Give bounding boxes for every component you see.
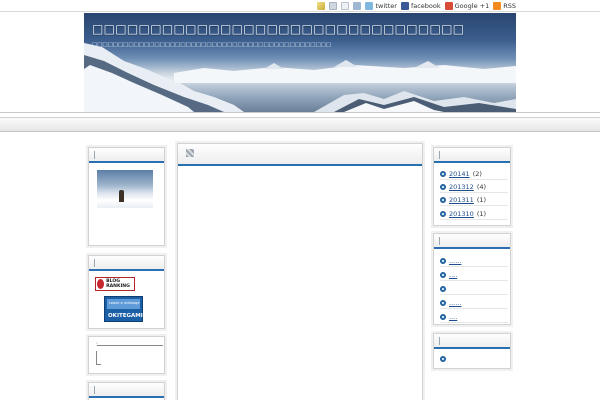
- bullet-icon: [440, 257, 446, 264]
- search-input[interactable]: [96, 351, 156, 365]
- facebook-link[interactable]: facebook: [400, 2, 441, 10]
- recent-panel-header: [434, 234, 510, 249]
- bullet-icon: [440, 285, 446, 292]
- header-mark: [439, 337, 440, 345]
- archive-link[interactable]: 201311: [449, 196, 474, 204]
- blog-ranking-badge[interactable]: BLOG RANKING: [95, 277, 135, 291]
- navigation-bar: [0, 117, 600, 132]
- facebook-label: facebook: [410, 2, 441, 10]
- right-bottom-panel: [433, 333, 511, 369]
- header-mark: [94, 259, 95, 267]
- archive-item[interactable]: 201310 (1): [440, 208, 508, 220]
- main-content: [177, 143, 423, 400]
- archive-count: (2): [472, 169, 482, 178]
- bullet-icon: [440, 299, 446, 306]
- header-mark: [439, 237, 440, 245]
- google-plus-link[interactable]: Google +1: [444, 2, 490, 10]
- profile-image[interactable]: [97, 170, 153, 208]
- share-icon: [353, 2, 362, 10]
- archive-count: (4): [476, 182, 487, 191]
- mail-icon: [341, 2, 350, 10]
- bullet-icon: [440, 313, 446, 320]
- okitegami-small-text: Leave a message: [109, 301, 140, 305]
- blog-ranking-label: BLOG RANKING: [106, 279, 130, 289]
- recent-item[interactable]: [440, 283, 508, 295]
- left-bottom-panel-header: [89, 383, 164, 398]
- mail-link[interactable]: [341, 2, 350, 10]
- archive-panel-header: [434, 148, 510, 163]
- profile-panel: [88, 147, 165, 246]
- bullet-icon: [440, 356, 446, 362]
- bullet-icon: [440, 271, 446, 278]
- recent-item[interactable]: ......: [440, 297, 508, 309]
- header-mark: [439, 151, 440, 159]
- archive-item[interactable]: 201311 (1): [440, 194, 508, 206]
- entry-header: [178, 144, 422, 166]
- search-panel: :: [88, 336, 165, 374]
- pencil-icon: [317, 2, 326, 10]
- recent-entries-panel: ...... .... ...... ....: [433, 233, 511, 325]
- search-divider: [97, 345, 163, 346]
- bullet-icon: [440, 210, 446, 217]
- twitter-link[interactable]: twitter: [365, 2, 397, 10]
- ranking-panel-header: [89, 256, 164, 271]
- left-bottom-panel: [88, 382, 165, 400]
- rss-icon: [493, 2, 502, 10]
- bullet-icon: [440, 183, 446, 190]
- user-link[interactable]: [329, 2, 338, 10]
- pencil-link[interactable]: [317, 2, 326, 10]
- rss-label: RSS: [503, 2, 516, 10]
- rss-link[interactable]: RSS: [493, 2, 516, 10]
- site-description: □□□□□□□□□□□□□□□□□□□□□□□□□□□□□□□□□□□□□□□□…: [92, 42, 332, 48]
- recent-link[interactable]: ......: [449, 257, 461, 265]
- archive-link[interactable]: 201312: [449, 183, 474, 191]
- google-plus-label: Google +1: [454, 2, 490, 10]
- ranking-panel: BLOG RANKING Leave a message OKITEGAMI: [88, 255, 165, 329]
- header-banner: □□□□□□□□□□□□□□□□□□□□□□□□□□□□□□□□ □□□□□□□…: [84, 13, 516, 112]
- archive-panel: 20141 (2) 201312 (4) 201311 (1) 201310 (…: [433, 147, 511, 226]
- social-links: twitter facebook Google +1 RSS: [317, 1, 516, 11]
- archive-link[interactable]: 201310: [449, 210, 474, 218]
- entry-icon: [186, 149, 194, 157]
- archive-count: (1): [476, 209, 487, 218]
- person-figure: [119, 190, 124, 202]
- facebook-icon: [400, 2, 409, 10]
- recent-link[interactable]: ....: [449, 313, 457, 321]
- archive-item[interactable]: 201312 (4): [440, 181, 508, 193]
- recent-link[interactable]: ......: [449, 299, 461, 307]
- links-item[interactable]: [440, 353, 508, 365]
- header-mark: [94, 386, 95, 394]
- google-plus-icon: [444, 2, 453, 10]
- header-mark: [94, 151, 95, 159]
- recent-link[interactable]: ....: [449, 271, 457, 279]
- header-divider: [0, 112, 600, 113]
- okitegami-badge[interactable]: Leave a message OKITEGAMI: [104, 296, 143, 322]
- ranking-logo-icon: [97, 279, 105, 289]
- recent-item[interactable]: ....: [440, 311, 508, 323]
- recent-item[interactable]: ......: [440, 255, 508, 267]
- site-title[interactable]: □□□□□□□□□□□□□□□□□□□□□□□□□□□□□□□□: [92, 22, 464, 36]
- recent-item[interactable]: ....: [440, 269, 508, 281]
- okitegami-banner: Leave a message: [107, 299, 140, 309]
- archive-count: (1): [476, 195, 487, 204]
- archive-item[interactable]: 20141 (2): [440, 168, 508, 180]
- user-icon: [329, 2, 338, 10]
- profile-panel-header: [89, 148, 164, 163]
- top-bar: twitter facebook Google +1 RSS: [0, 0, 600, 12]
- archive-link[interactable]: 20141: [449, 170, 470, 178]
- twitter-icon: [365, 2, 374, 10]
- bullet-icon: [440, 196, 446, 203]
- bullet-icon: [440, 170, 446, 177]
- twitter-label: twitter: [375, 2, 397, 10]
- right-bottom-panel-header: [434, 334, 510, 349]
- okitegami-label: OKITEGAMI: [108, 313, 143, 319]
- share-link[interactable]: [353, 2, 362, 10]
